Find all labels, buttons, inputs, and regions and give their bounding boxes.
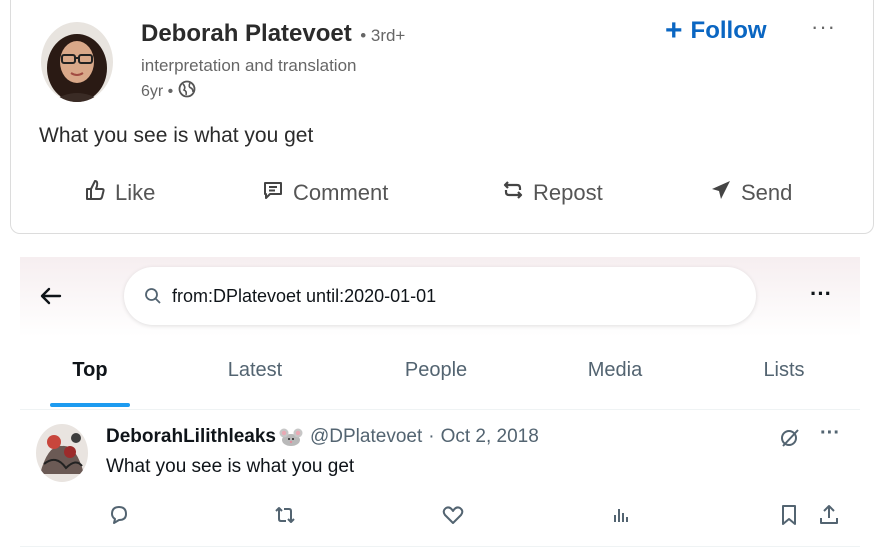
thumbs-up-icon xyxy=(83,178,107,208)
plus-icon: + xyxy=(665,14,683,47)
like-icon[interactable] xyxy=(440,502,466,528)
post-age: 6yr • xyxy=(141,82,174,100)
author-avatar[interactable] xyxy=(41,22,113,102)
tweet-actions-bar xyxy=(20,502,860,532)
back-arrow-icon[interactable] xyxy=(38,283,64,309)
comment-button[interactable]: Comment xyxy=(261,168,388,218)
repost-icon xyxy=(501,178,525,208)
grok-icon[interactable] xyxy=(778,426,802,450)
connection-degree: • 3rd+ xyxy=(360,26,406,45)
comment-icon xyxy=(261,178,285,208)
author-name-row: Deborah Platevoet • 3rd+ xyxy=(141,20,405,48)
tweet-display-name[interactable]: DeborahLilithleaks xyxy=(106,426,276,448)
tweet-date[interactable]: Oct 2, 2018 xyxy=(441,426,539,448)
search-icon xyxy=(144,287,162,305)
follow-label: Follow xyxy=(690,17,767,44)
author-name[interactable]: Deborah Platevoet xyxy=(141,20,352,47)
search-tabs: Top Latest People Media Lists xyxy=(20,353,860,409)
send-button[interactable]: Send xyxy=(709,168,792,218)
active-tab-indicator xyxy=(50,403,130,407)
views-icon[interactable] xyxy=(608,502,634,528)
linkedin-post-card: Deborah Platevoet • 3rd+ interpretation … xyxy=(10,0,874,234)
tab-media[interactable]: Media xyxy=(570,353,660,409)
search-box[interactable] xyxy=(124,267,756,325)
like-button[interactable]: Like xyxy=(83,168,155,218)
tweet-avatar[interactable] xyxy=(36,424,88,482)
repost-button[interactable]: Repost xyxy=(501,168,603,218)
post-text: What you see is what you get xyxy=(39,124,314,147)
comment-label: Comment xyxy=(293,180,389,205)
search-more-icon[interactable]: ··· xyxy=(810,281,832,307)
follow-button[interactable]: + Follow xyxy=(665,16,767,46)
search-input[interactable] xyxy=(170,284,734,308)
tweet[interactable]: DeborahLilithleaks @DPlatevoet · Oct 2, … xyxy=(20,410,860,546)
globe-icon xyxy=(178,80,196,103)
tweet-header: DeborahLilithleaks @DPlatevoet · Oct 2, … xyxy=(106,426,539,448)
post-actions-bar: Like Comment Repost Send xyxy=(11,168,875,218)
send-label: Send xyxy=(741,180,793,205)
x-search-panel: ··· Top Latest People Media Lists Debora… xyxy=(20,257,860,549)
tweet-text: What you see is what you get xyxy=(106,456,355,477)
reply-icon[interactable] xyxy=(106,502,132,528)
tweet-more-icon[interactable]: ··· xyxy=(820,422,840,445)
separator-dot: · xyxy=(428,426,435,447)
tab-people[interactable]: People xyxy=(386,353,486,409)
mouse-emoji-icon xyxy=(278,427,304,447)
tweet-handle[interactable]: @DPlatevoet xyxy=(310,426,422,448)
retweet-icon[interactable] xyxy=(272,502,298,528)
more-options-icon[interactable]: ··· xyxy=(811,14,836,40)
author-headline: interpretation and translation xyxy=(141,56,357,75)
like-label: Like xyxy=(115,180,156,205)
send-icon xyxy=(709,178,733,208)
bookmark-icon[interactable] xyxy=(776,502,802,528)
post-meta: 6yr • xyxy=(141,80,196,103)
tab-lists[interactable]: Lists xyxy=(748,353,820,409)
tab-latest[interactable]: Latest xyxy=(210,353,300,409)
share-icon[interactable] xyxy=(816,502,842,528)
repost-label: Repost xyxy=(533,180,603,205)
tweet-divider xyxy=(20,546,860,547)
tab-top[interactable]: Top xyxy=(50,353,130,409)
